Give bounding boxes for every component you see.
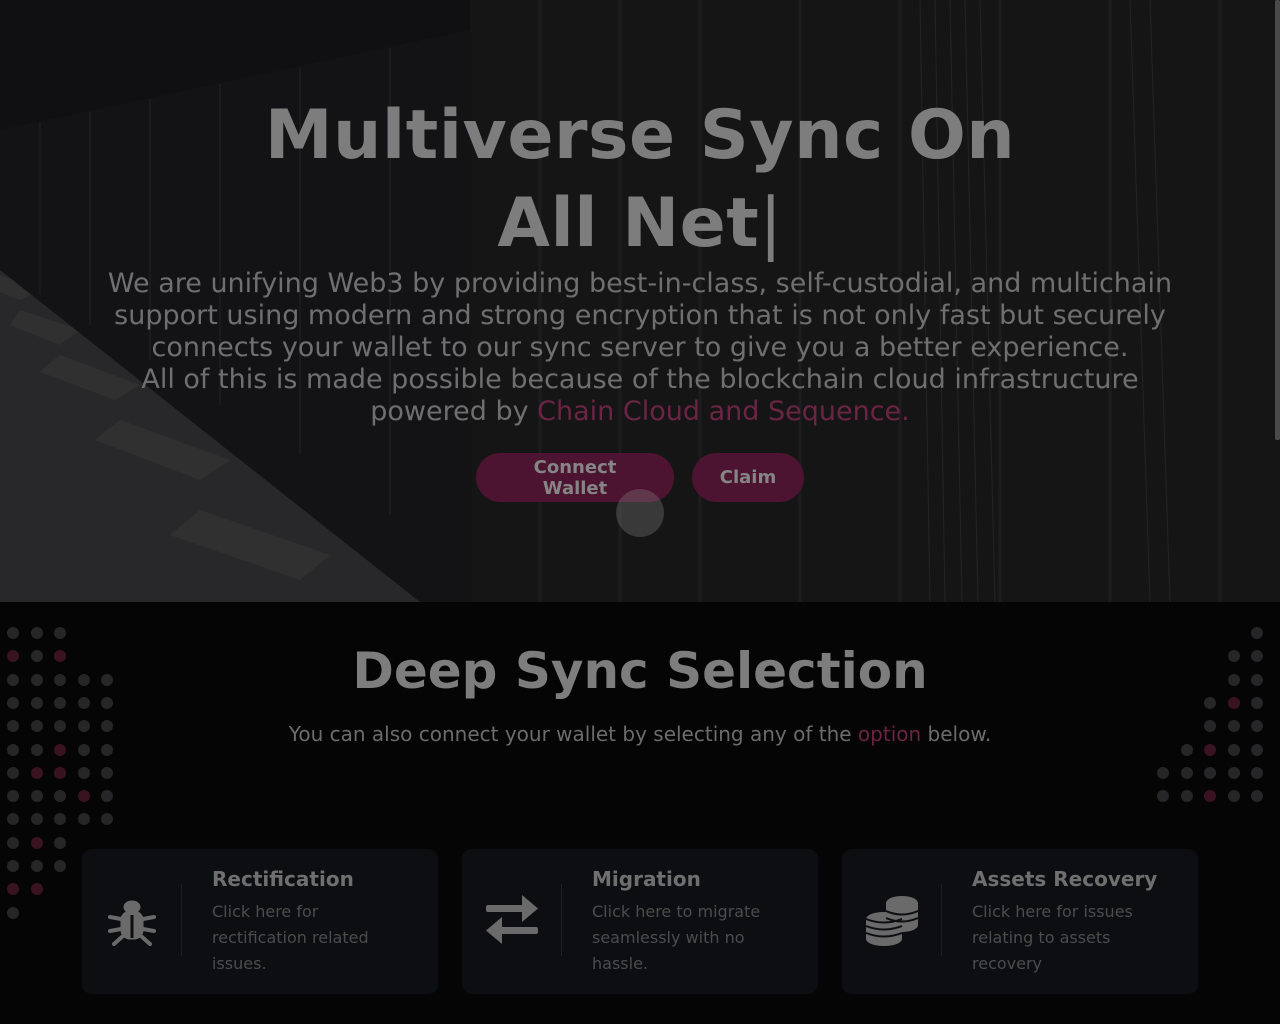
decorative-dot	[54, 860, 66, 872]
hero-desc-main: We are unifying Web3 by providing best-i…	[107, 268, 1173, 363]
card-description: Click here for rectification related iss…	[212, 902, 369, 973]
arrows-exchange-icon	[486, 895, 538, 944]
card-title: Rectification	[212, 867, 354, 891]
card-description: Click here for issues relating to assets…	[972, 902, 1133, 973]
decorative-dot	[77, 813, 90, 826]
decorative-dot	[54, 836, 66, 849]
decorative-dot	[7, 906, 19, 919]
decorative-dot	[101, 790, 113, 803]
decorative-dot	[54, 766, 66, 779]
decorative-dot	[77, 766, 90, 779]
chain-cloud-link[interactable]: Chain Cloud and Sequence.	[537, 396, 910, 427]
option-cards: Rectification Click here for rectificati…	[82, 849, 1198, 994]
typing-cursor: |	[759, 184, 783, 263]
decorative-dot	[7, 813, 19, 826]
decorative-dot	[1180, 790, 1193, 803]
section-sub-after: below.	[927, 722, 992, 746]
hero-title: Multiverse Sync On All Net|	[0, 92, 1280, 268]
card-divider	[561, 884, 562, 956]
decorative-dot	[7, 790, 19, 803]
card-divider	[181, 884, 182, 956]
card-title: Migration	[592, 867, 701, 891]
hero-description: We are unifying Web3 by providing best-i…	[80, 268, 1200, 428]
hero-title-line1: Multiverse Sync On	[264, 96, 1016, 175]
migration-card[interactable]: Migration Click here to migrate seamless…	[462, 849, 818, 994]
cursor-click-indicator	[616, 489, 664, 537]
card-description: Click here to migrate seamlessly with no…	[592, 902, 761, 973]
decorative-dot	[30, 883, 43, 896]
option-link[interactable]: option	[858, 722, 921, 746]
decorative-dot	[1227, 790, 1240, 803]
decorative-dot	[1251, 766, 1263, 779]
decorative-dot	[1227, 766, 1240, 779]
decorative-dots-right	[1150, 602, 1280, 803]
decorative-dot	[7, 766, 19, 779]
bug-icon	[108, 900, 156, 946]
section-subtitle: You can also connect your wallet by sele…	[0, 722, 1280, 746]
decorative-dot	[30, 860, 43, 872]
deep-sync-section: Deep Sync Selection You can also connect…	[0, 602, 1280, 1024]
decorative-dot	[101, 813, 113, 826]
decorative-dot	[30, 627, 43, 639]
decorative-dot	[7, 627, 19, 639]
decorative-dot	[101, 766, 113, 779]
decorative-dot	[1180, 766, 1193, 779]
decorative-dot	[7, 836, 19, 849]
section-title: Deep Sync Selection	[352, 642, 928, 700]
decorative-dot	[7, 860, 19, 872]
assets-recovery-card[interactable]: Assets Recovery Click here for issues re…	[842, 849, 1198, 994]
decorative-dot	[30, 790, 43, 803]
decorative-dot	[30, 813, 43, 826]
decorative-dot	[30, 766, 43, 779]
hero-title-line2: All Net	[497, 184, 760, 263]
claim-button[interactable]: Claim	[692, 453, 804, 502]
decorative-dot	[1157, 790, 1169, 803]
section-sub-before: You can also connect your wallet by sele…	[288, 722, 852, 746]
coins-icon	[865, 896, 919, 946]
hero-section: Multiverse Sync On All Net| We are unify…	[0, 0, 1280, 602]
decorative-dot	[30, 836, 43, 849]
rectification-card[interactable]: Rectification Click here for rectificati…	[82, 849, 438, 994]
card-title: Assets Recovery	[972, 867, 1158, 891]
decorative-dot	[54, 813, 66, 826]
decorative-dot	[1251, 627, 1263, 639]
decorative-dot	[1157, 766, 1169, 779]
card-divider	[941, 884, 942, 956]
decorative-dot	[7, 883, 19, 896]
scrollbar-thumb[interactable]	[1275, 0, 1280, 440]
decorative-dot	[77, 790, 90, 803]
decorative-dot	[1204, 766, 1216, 779]
decorative-dot	[54, 627, 66, 639]
decorative-dot	[1251, 790, 1263, 803]
decorative-dot	[54, 790, 66, 803]
decorative-dot	[1204, 790, 1216, 803]
